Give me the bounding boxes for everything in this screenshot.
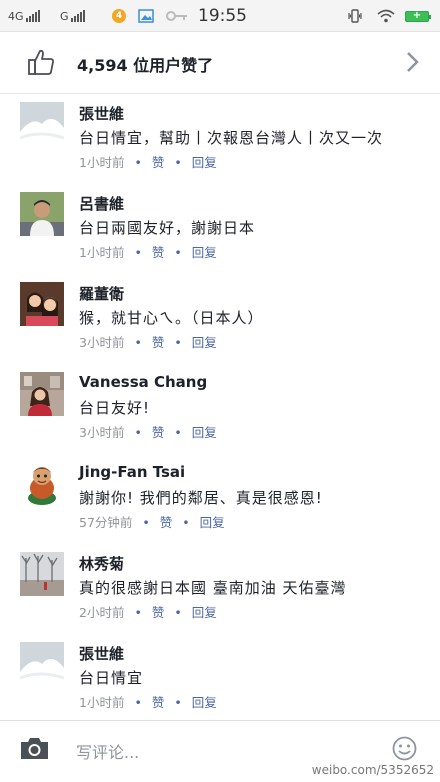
- clock: 19:55: [198, 6, 247, 26]
- like-button[interactable]: 赞: [152, 605, 165, 620]
- like-button[interactable]: 赞: [152, 155, 165, 170]
- avatar[interactable]: [20, 192, 64, 236]
- comment-time: 2小时前: [79, 605, 125, 620]
- comment-author[interactable]: 張世維: [79, 103, 124, 124]
- comment-text: 猴，就甘心ㄟ。（日本人）: [79, 309, 264, 327]
- comment-meta: 3小时前 • 赞 • 回复: [79, 335, 217, 350]
- chevron-right-icon[interactable]: [406, 50, 420, 74]
- comment-text: 台日情宜: [79, 669, 144, 687]
- likes-summary-row[interactable]: 4,594 位用户赞了: [0, 32, 440, 94]
- comment-item: 羅董衛 猴，就甘心ㄟ。（日本人） 3小时前 • 赞 • 回复: [0, 276, 440, 366]
- wifi-icon: [377, 0, 395, 32]
- comment-text: 台日兩國友好，謝謝日本: [79, 219, 256, 237]
- like-button[interactable]: 赞: [152, 335, 165, 350]
- network-type-1: 4G: [8, 9, 24, 23]
- avatar[interactable]: [20, 462, 64, 506]
- comment-author[interactable]: 張世維: [79, 643, 124, 664]
- comment-time: 1小时前: [79, 155, 125, 170]
- comment-meta: 1小时前 • 赞 • 回复: [79, 155, 217, 170]
- comment-meta: 1小时前 • 赞 • 回复: [79, 695, 217, 710]
- comment-time: 3小时前: [79, 335, 125, 350]
- like-button[interactable]: 赞: [160, 515, 173, 530]
- likes-count: 4,594 位用户赞了: [77, 56, 214, 75]
- comment-meta: 57分钟前 • 赞 • 回复: [79, 515, 225, 530]
- image-icon: [138, 0, 154, 32]
- comment-item: 張世維 台日情宜，幫助丨次報恩台灣人丨次又一次 1小时前 • 赞 • 回复: [0, 96, 440, 186]
- signal-2: G: [60, 0, 85, 32]
- comment-text: 真的很感謝日本國 臺南加油 天佑臺灣: [79, 579, 347, 597]
- comment-author[interactable]: Vanessa Chang: [79, 373, 207, 391]
- battery-icon: +: [405, 0, 431, 32]
- avatar[interactable]: [20, 642, 64, 686]
- comment-time: 1小时前: [79, 245, 125, 260]
- comment-composer: 写评论... weibo.com/5352652: [0, 720, 440, 782]
- comment-author[interactable]: 林秀菊: [79, 553, 124, 574]
- status-bar: 4G G 4 19:55 +: [0, 0, 440, 32]
- comment-author[interactable]: 羅董衛: [79, 283, 124, 304]
- comment-text: 台日情宜，幫助丨次報恩台灣人丨次又一次: [79, 129, 384, 147]
- signal-1: 4G: [8, 0, 40, 32]
- reply-button[interactable]: 回复: [192, 155, 217, 170]
- emoji-icon[interactable]: [392, 736, 417, 761]
- network-type-2: G: [60, 9, 69, 23]
- like-button[interactable]: 赞: [152, 425, 165, 440]
- comment-text: 台日友好!: [79, 399, 151, 417]
- comment-time: 3小时前: [79, 425, 125, 440]
- avatar[interactable]: [20, 372, 64, 416]
- comment-meta: 2小时前 • 赞 • 回复: [79, 605, 217, 620]
- avatar[interactable]: [20, 552, 64, 596]
- notification-badge: 4: [112, 0, 126, 32]
- comment-text: 謝謝你! 我們的鄰居、真是很感恩!: [79, 489, 323, 507]
- signal-bars-icon: [25, 10, 40, 22]
- comment-item: Jing-Fan Tsai 謝謝你! 我們的鄰居、真是很感恩! 57分钟前 • 赞 •…: [0, 456, 440, 546]
- watermark-text: weibo.com/5352652: [311, 763, 434, 777]
- comment-time: 57分钟前: [79, 515, 133, 530]
- reply-button[interactable]: 回复: [192, 245, 217, 260]
- comment-item: 呂書維 台日兩國友好，謝謝日本 1小时前 • 赞 • 回复: [0, 186, 440, 276]
- comment-item: 林秀菊 真的很感謝日本國 臺南加油 天佑臺灣 2小时前 • 赞 • 回复: [0, 546, 440, 636]
- like-button[interactable]: 赞: [152, 245, 165, 260]
- reply-button[interactable]: 回复: [192, 425, 217, 440]
- camera-icon[interactable]: [19, 736, 50, 761]
- key-icon: [166, 0, 188, 32]
- vibrate-icon: [347, 0, 363, 32]
- thumbs-up-icon: [28, 49, 54, 75]
- comment-author[interactable]: 呂書維: [79, 193, 124, 214]
- reply-button[interactable]: 回复: [192, 695, 217, 710]
- avatar[interactable]: [20, 282, 64, 326]
- comment-input[interactable]: 写评论...: [76, 739, 139, 763]
- signal-bars-icon: [70, 10, 85, 22]
- avatar[interactable]: [20, 102, 64, 146]
- comment-author[interactable]: Jing-Fan Tsai: [79, 463, 185, 481]
- reply-button[interactable]: 回复: [192, 335, 217, 350]
- comment-item: Vanessa Chang 台日友好! 3小时前 • 赞 • 回复: [0, 366, 440, 456]
- comment-meta: 3小时前 • 赞 • 回复: [79, 425, 217, 440]
- like-button[interactable]: 赞: [152, 695, 165, 710]
- comment-time: 1小时前: [79, 695, 125, 710]
- reply-button[interactable]: 回复: [192, 605, 217, 620]
- reply-button[interactable]: 回复: [200, 515, 225, 530]
- comment-item: 張世維 台日情宜 1小时前 • 赞 • 回复: [0, 636, 440, 726]
- comment-meta: 1小时前 • 赞 • 回复: [79, 245, 217, 260]
